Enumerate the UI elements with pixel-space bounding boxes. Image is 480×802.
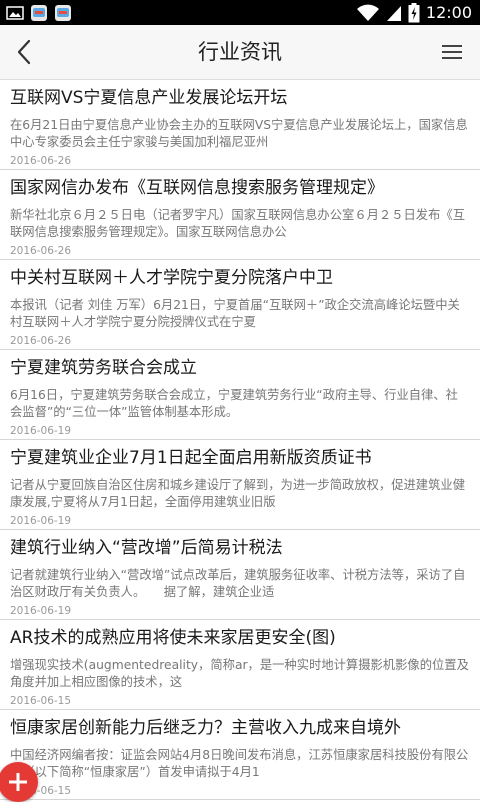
news-title: AR技术的成熟应用将使未来家居更安全(图) bbox=[10, 628, 336, 648]
news-item[interactable]: 宁夏建筑业企业7月1日起全面启用新版资质证书 记者从宁夏回族自治区住房和城乡建设… bbox=[0, 440, 480, 530]
news-summary: 增强现实技术(augmentedreality，简称ar，是一种实时地计算摄影机… bbox=[10, 658, 469, 689]
battery-icon bbox=[408, 2, 420, 22]
news-list[interactable]: 互联网VS宁夏信息产业发展论坛开坛 在6月21日由宁夏信息产业协会主办的互联网V… bbox=[0, 80, 480, 800]
news-title: 建筑行业纳入“营改增”后简易计税法 bbox=[10, 538, 283, 558]
page-title: 行业资讯 bbox=[198, 40, 282, 64]
news-item[interactable]: 互联网VS宁夏信息产业发展论坛开坛 在6月21日由宁夏信息产业协会主办的互联网V… bbox=[0, 80, 480, 170]
plus-icon bbox=[9, 773, 27, 791]
news-summary: 本报讯（记者 刘佳 万军）6月21日，宁夏首届“互联网＋”政企交流高峰论坛暨中关… bbox=[10, 298, 460, 329]
wifi-icon bbox=[356, 4, 379, 21]
news-date: 2016-06-26 bbox=[10, 155, 72, 167]
news-date: 2016-06-15 bbox=[10, 695, 72, 707]
news-title: 宁夏建筑业企业7月1日起全面启用新版资质证书 bbox=[10, 448, 372, 468]
news-date: 2016-06-26 bbox=[10, 335, 72, 347]
news-date: 2016-06-19 bbox=[10, 515, 72, 527]
news-summary: 记者就建筑行业纳入“营改增”试点改革后，建筑服务征收率、计税方法等，采访了自治区… bbox=[10, 568, 466, 599]
news-date: 2016-06-19 bbox=[10, 425, 72, 437]
menu-icon bbox=[442, 45, 462, 59]
app-icon-1 bbox=[31, 4, 47, 21]
news-date: 2016-06-15 bbox=[10, 785, 72, 797]
news-summary: 记者从宁夏回族自治区住房和城乡建设厅了解到，为进一步简政放权，促进建筑业健康发展… bbox=[10, 478, 465, 509]
news-title: 恒康家居创新能力后继乏力？主营收入九成来自境外 bbox=[10, 718, 401, 738]
status-bar: 12:00 bbox=[0, 0, 480, 25]
news-title: 中关村互联网＋人才学院宁夏分院落户中卫 bbox=[10, 268, 333, 288]
news-item[interactable]: 建筑行业纳入“营改增”后简易计税法 记者就建筑行业纳入“营改增”试点改革后，建筑… bbox=[0, 530, 480, 620]
signal-icon bbox=[386, 5, 401, 21]
news-summary: 中国经济网编者按：证监会网站4月8日晚间发布消息，江苏恒康家居科技股份有限公司（… bbox=[10, 748, 469, 779]
news-summary: 6月16日，宁夏建筑劳务联合会成立，宁夏建筑劳务行业“政府主导、行业自律、社会监… bbox=[10, 388, 458, 419]
news-item[interactable]: 中关村互联网＋人才学院宁夏分院落户中卫 本报讯（记者 刘佳 万军）6月21日，宁… bbox=[0, 260, 480, 350]
news-summary: 在6月21日由宁夏信息产业协会主办的互联网VS宁夏信息产业发展论坛上，国家信息中… bbox=[10, 118, 468, 149]
image-icon bbox=[6, 5, 24, 20]
news-title: 国家网信办发布《互联网信息搜索服务管理规定》 bbox=[10, 178, 384, 198]
notification-icons bbox=[6, 2, 72, 23]
news-title: 互联网VS宁夏信息产业发展论坛开坛 bbox=[10, 88, 288, 108]
menu-button[interactable] bbox=[432, 31, 472, 73]
news-item[interactable]: 恒康家居创新能力后继乏力？主营收入九成来自境外 中国经济网编者按：证监会网站4月… bbox=[0, 710, 480, 800]
app-icon-2 bbox=[55, 4, 71, 21]
back-button[interactable] bbox=[4, 31, 44, 73]
news-date: 2016-06-19 bbox=[10, 605, 72, 617]
news-item[interactable]: 宁夏建筑劳务联合会成立 6月16日，宁夏建筑劳务联合会成立，宁夏建筑劳务行业“政… bbox=[0, 350, 480, 440]
news-item[interactable]: AR技术的成熟应用将使未来家居更安全(图) 增强现实技术(augmentedre… bbox=[0, 620, 480, 710]
back-arrow-icon bbox=[17, 39, 31, 65]
news-summary: 新华社北京６月２５日电（记者罗宇凡）国家互联网信息办公室６月２５日发布《互联网信… bbox=[10, 208, 465, 239]
news-title: 宁夏建筑劳务联合会成立 bbox=[10, 358, 197, 378]
status-time: 12:00 bbox=[425, 3, 472, 22]
news-item[interactable]: 国家网信办发布《互联网信息搜索服务管理规定》 新华社北京６月２５日电（记者罗宇凡… bbox=[0, 170, 480, 260]
news-date: 2016-06-26 bbox=[10, 245, 72, 257]
app-bar: 行业资讯 bbox=[0, 25, 480, 80]
system-icons: 12:00 bbox=[356, 0, 472, 25]
